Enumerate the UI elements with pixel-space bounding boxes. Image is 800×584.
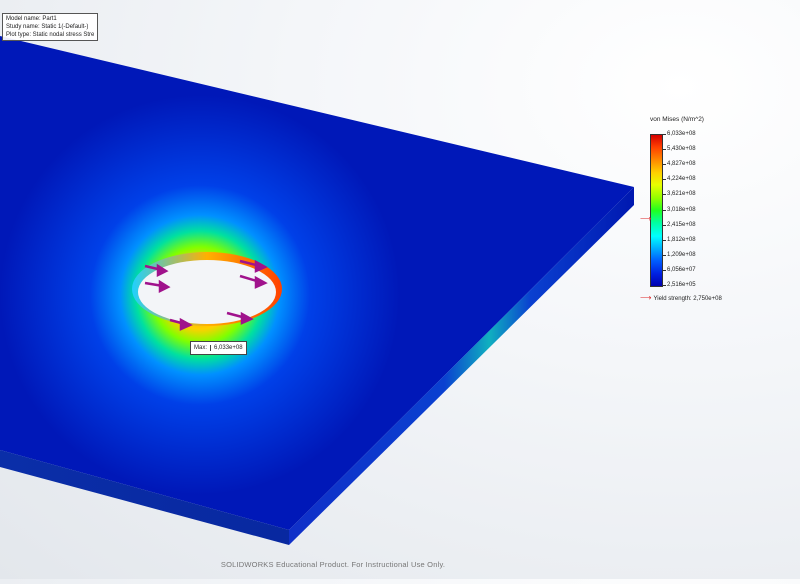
legend-tick-label: 1,812e+08 (662, 236, 696, 243)
legend-tick-label: 3,621e+08 (662, 191, 696, 198)
legend-tick-label: 3,018e+08 (662, 206, 696, 213)
stress-legend[interactable]: von Mises (N/m^2) 6,033e+08 5,430e+08 4,82… (640, 112, 780, 312)
legend-color-bar (650, 134, 663, 287)
yield-strength-legend: ⟶ Yield strength: 2,750e+08 (640, 293, 722, 302)
max-value-text: 6,033e+08 (210, 345, 243, 351)
plot-type-text: Plot type: Static nodal stress Stress1 (6, 32, 94, 38)
yield-arrow-icon: ⟶ (640, 293, 652, 302)
legend-tick-label: 1,209e+08 (662, 251, 696, 258)
model-name-text: Model name: Part1 (6, 16, 57, 22)
legend-tick-label: 2,516e+05 (662, 282, 696, 288)
study-name-text: Study name: Static 1(-Default-) (6, 24, 89, 30)
legend-tick-labels: 6,033e+08 5,430e+08 4,827e+08 4,224e+08 3,62… (662, 131, 767, 288)
legend-tick-label: 4,224e+08 (662, 176, 696, 183)
legend-tick-label: 2,415e+08 (662, 221, 696, 228)
legend-tick-label: 5,430e+08 (662, 146, 696, 153)
max-label-text: Max: (194, 345, 208, 351)
plot-info-box[interactable]: Model name: Part1 Study name: Static 1(-… (2, 13, 98, 41)
legend-tick-label: 6,033e+08 (662, 131, 696, 137)
legend-title: von Mises (N/m^2) (650, 116, 704, 123)
yield-marker-arrow-icon: ⟶ (640, 214, 652, 223)
max-stress-probe[interactable]: Max: 6,033e+08 (190, 341, 247, 355)
educational-watermark: SOLIDWORKS Educational Product. For Inst… (220, 560, 446, 569)
legend-tick-label: 4,827e+08 (662, 161, 696, 168)
legend-tick-label: 6,056e+07 (662, 266, 696, 273)
graphics-viewport[interactable]: Model name: Part1 Study name: Static 1(-… (0, 0, 800, 579)
yield-strength-text: Yield strength: 2,750e+08 (653, 296, 722, 302)
